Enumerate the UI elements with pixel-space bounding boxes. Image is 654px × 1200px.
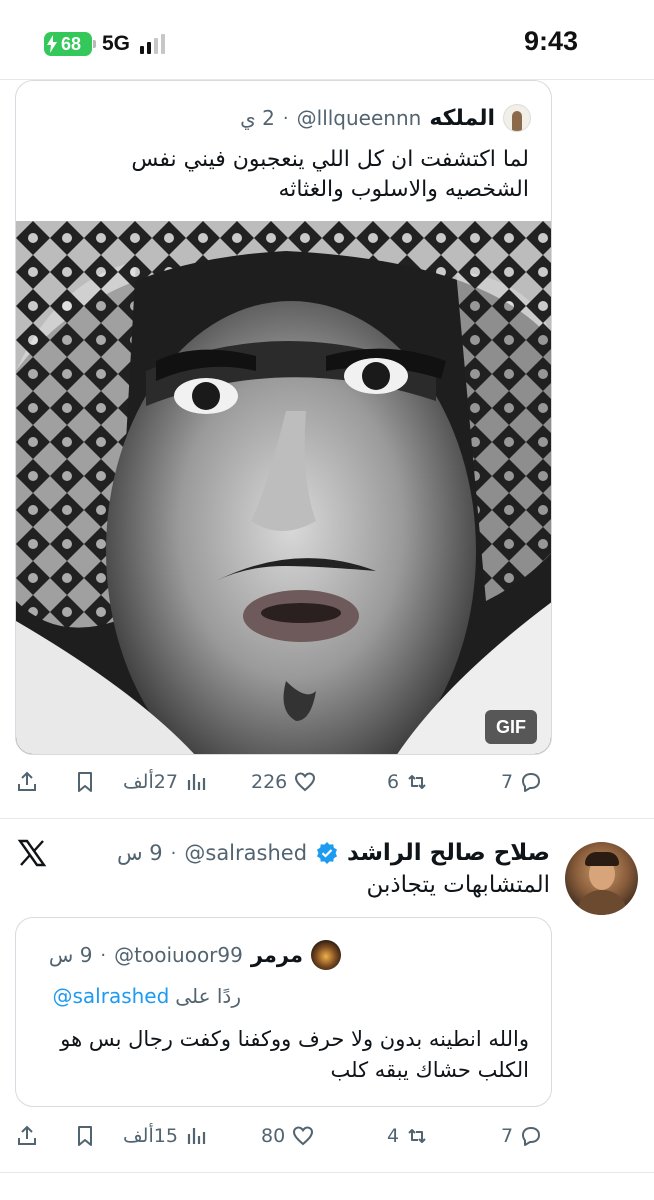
charging-bolt-icon: [47, 35, 57, 53]
author-name[interactable]: مرمر: [251, 943, 303, 967]
share-icon: [18, 1125, 36, 1145]
tweet-actions: 15ألف 80 4 7: [15, 1116, 552, 1156]
user-avatar[interactable]: [311, 940, 341, 970]
share-button[interactable]: [15, 1116, 39, 1156]
divider: [0, 1172, 654, 1173]
author-handle[interactable]: @tooiuoor99: [114, 943, 243, 967]
battery-level: 68: [60, 33, 82, 54]
author-handle[interactable]: @lllqueennn: [297, 106, 422, 130]
gif-media[interactable]: GIF: [16, 221, 551, 754]
like-count: 80: [261, 1125, 286, 1147]
gif-image: [16, 221, 551, 754]
like-button[interactable]: 80: [261, 1116, 315, 1156]
bookmark-icon: [78, 1126, 92, 1146]
views-button[interactable]: 15ألف: [123, 1116, 208, 1156]
retweet-icon: [408, 775, 426, 789]
tweet-time: 2 ي: [240, 106, 275, 130]
retweet-count: 6: [387, 771, 400, 793]
tweet-time: 9 س: [48, 943, 93, 967]
retweet-button[interactable]: 6: [387, 762, 429, 802]
quoted-tweet-card[interactable]: الملكه @lllqueennn · 2 ي لما اكتشفت ان ك…: [15, 80, 552, 755]
share-icon: [18, 771, 36, 791]
verified-badge-icon: [317, 842, 338, 864]
divider: [0, 818, 654, 819]
reply-count: 7: [501, 771, 514, 793]
separator-dot: ·: [100, 944, 107, 966]
like-count: 226: [251, 771, 288, 793]
user-avatar[interactable]: [503, 104, 531, 132]
reply-button[interactable]: 7: [501, 762, 543, 802]
gif-badge[interactable]: GIF: [485, 710, 537, 744]
reply-icon: [522, 773, 541, 792]
network-type: 5G: [102, 32, 131, 55]
reply-button[interactable]: 7: [501, 1116, 543, 1156]
retweet-button[interactable]: 4: [387, 1116, 429, 1156]
reply-count: 7: [501, 1125, 514, 1147]
tweet-text: المتشابهات يتجاذبن: [366, 872, 550, 898]
author-handle[interactable]: @salrashed: [184, 841, 307, 865]
share-button[interactable]: [15, 762, 39, 802]
reply-label: ردًا على: [175, 984, 241, 1008]
quoted-tweet-text: والله انطينه بدون ولا حرف ووكفنا وكفت رج…: [60, 1027, 529, 1082]
tweet-actions: 27ألف 226 6 7: [15, 762, 552, 802]
status-time: 9:43: [523, 26, 578, 56]
battery-indicator: 68: [44, 32, 96, 56]
views-count: 15ألف: [123, 1125, 178, 1147]
heart-icon: [293, 1126, 314, 1146]
bookmark-button[interactable]: [73, 762, 97, 802]
quoted-tweet-card[interactable]: مرمر @tooiuoor99 · 9 س ردًا على @salrash…: [15, 917, 552, 1107]
signal-bars-icon: [140, 34, 166, 54]
separator-dot: ·: [170, 842, 177, 864]
author-avatar[interactable]: [565, 842, 638, 915]
views-button[interactable]: 27ألف: [123, 762, 208, 802]
views-icon: [187, 774, 206, 790]
tweet-header: صلاح صالح الراشد @salrashed · 9 س: [117, 837, 550, 869]
status-bar: 68 5G 9:43: [0, 0, 654, 80]
status-indicators: 68 5G: [44, 30, 166, 58]
author-name[interactable]: صلاح صالح الراشد: [347, 840, 550, 866]
quoted-tweet-header: الملكه @lllqueennn · 2 ي: [240, 103, 531, 133]
views-count: 27ألف: [123, 771, 178, 793]
x-logo-icon: [17, 839, 47, 867]
heart-icon: [295, 772, 316, 792]
retweet-count: 4: [387, 1125, 400, 1147]
bookmark-icon: [78, 772, 92, 792]
author-name[interactable]: الملكه: [429, 106, 495, 131]
reply-handle-link[interactable]: @salrashed: [52, 984, 169, 1008]
retweet-icon: [408, 1129, 426, 1143]
tweet-time: 9 س: [116, 841, 163, 865]
reply-icon: [522, 1127, 541, 1146]
like-button[interactable]: 226: [251, 762, 317, 802]
views-icon: [187, 1128, 206, 1144]
separator-dot: ·: [282, 107, 289, 129]
bookmark-button[interactable]: [73, 1116, 97, 1156]
quoted-tweet-header: مرمر @tooiuoor99 · 9 س: [49, 940, 341, 970]
quoted-tweet-text: لما اكتشفت ان كل اللي ينعجبون فيني نفس ا…: [131, 147, 529, 202]
reply-context: ردًا على @salrashed: [52, 982, 241, 1010]
